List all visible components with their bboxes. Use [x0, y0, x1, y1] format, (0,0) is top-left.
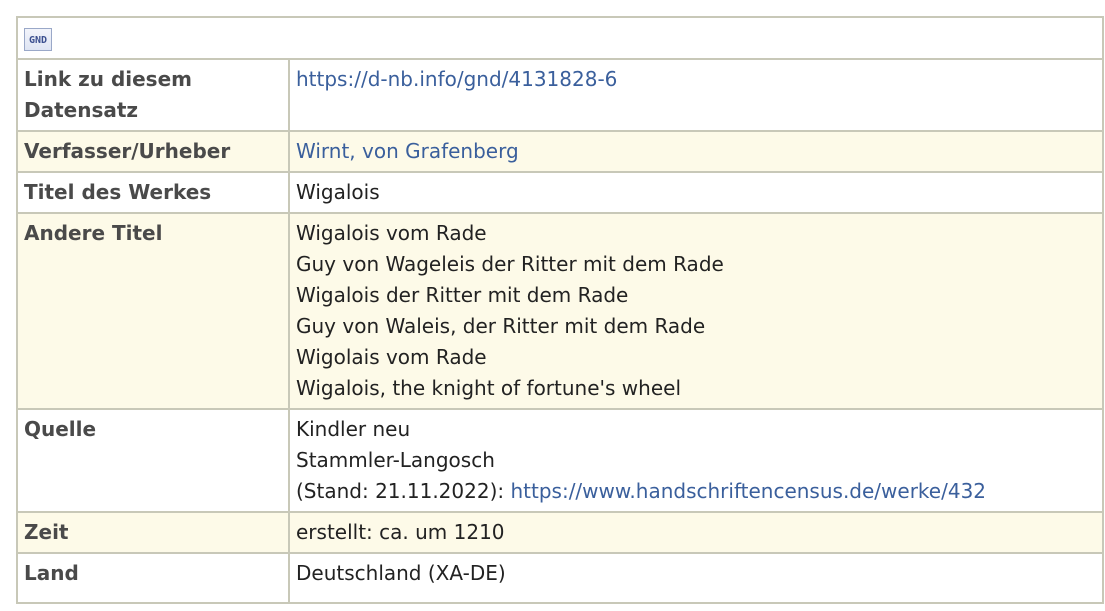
- other-title-item: Wigalois der Ritter mit dem Rade: [296, 283, 629, 307]
- row-title: Titel des Werkes Wigalois: [16, 171, 1104, 214]
- gnd-logo-icon: GND: [24, 28, 52, 51]
- gnd-record-table: GND Link zu diesem Datensatz https://d-n…: [16, 16, 1104, 604]
- value-time: erstellt: ca. um 1210: [288, 511, 1104, 554]
- other-title-item: Wigolais vom Rade: [296, 345, 487, 369]
- value-link-cell: https://d-nb.info/gnd/4131828-6: [288, 58, 1104, 132]
- source-item: Stammler-Langosch: [296, 448, 495, 472]
- value-other-titles-cell: Wigalois vom Rade Guy von Wageleis der R…: [288, 212, 1104, 410]
- row-time: Zeit erstellt: ca. um 1210: [16, 511, 1104, 554]
- other-title-item: Guy von Waleis, der Ritter mit dem Rade: [296, 314, 706, 338]
- handschriftencensus-link[interactable]: https://www.handschriftencensus.de/werke…: [510, 479, 986, 503]
- author-link[interactable]: Wirnt, von Grafenberg: [296, 139, 519, 163]
- row-author: Verfasser/Urheber Wirnt, von Grafenberg: [16, 130, 1104, 173]
- value-country: Deutschland (XA-DE): [288, 552, 1104, 604]
- other-title-item: Guy von Wageleis der Ritter mit dem Rade: [296, 252, 724, 276]
- value-source-cell: Kindler neu Stammler-Langosch (Stand: 21…: [288, 408, 1104, 513]
- other-title-item: Wigalois, the knight of fortune's wheel: [296, 376, 681, 400]
- label-link: Link zu diesem Datensatz: [16, 58, 290, 132]
- value-title: Wigalois: [288, 171, 1104, 214]
- row-other-titles: Andere Titel Wigalois vom Rade Guy von W…: [16, 212, 1104, 410]
- logo-row: GND: [16, 16, 1104, 60]
- row-country: Land Deutschland (XA-DE): [16, 552, 1104, 604]
- other-title-item: Wigalois vom Rade: [296, 221, 487, 245]
- label-country: Land: [16, 552, 290, 604]
- label-other-titles: Andere Titel: [16, 212, 290, 410]
- logo-cell: GND: [16, 16, 1104, 60]
- label-time: Zeit: [16, 511, 290, 554]
- source-item: Kindler neu: [296, 417, 411, 441]
- label-source: Quelle: [16, 408, 290, 513]
- record-permalink[interactable]: https://d-nb.info/gnd/4131828-6: [296, 67, 617, 91]
- label-title: Titel des Werkes: [16, 171, 290, 214]
- row-source: Quelle Kindler neu Stammler-Langosch (St…: [16, 408, 1104, 513]
- row-link: Link zu diesem Datensatz https://d-nb.in…: [16, 58, 1104, 132]
- source-date-prefix: (Stand: 21.11.2022):: [296, 479, 511, 503]
- source-item-with-link: (Stand: 21.11.2022): https://www.handsch…: [296, 476, 1096, 507]
- value-author-cell: Wirnt, von Grafenberg: [288, 130, 1104, 173]
- label-author: Verfasser/Urheber: [16, 130, 290, 173]
